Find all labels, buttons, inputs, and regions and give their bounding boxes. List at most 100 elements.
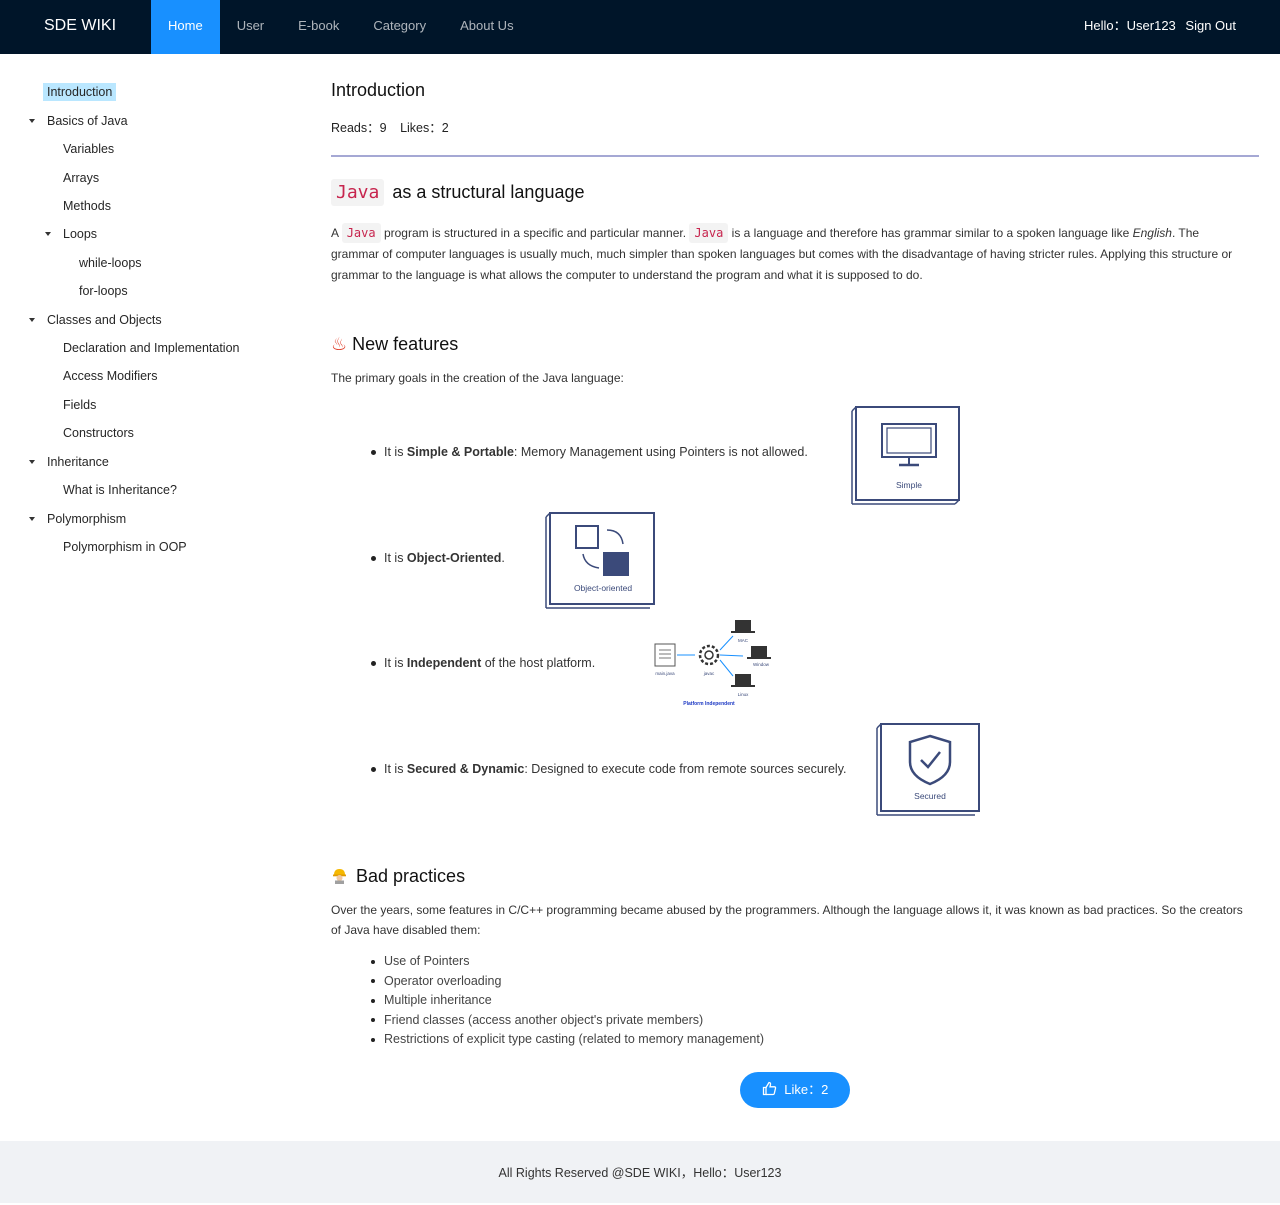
tree-item-label: Constructors bbox=[63, 426, 134, 440]
tree-item-label: Arrays bbox=[63, 171, 100, 185]
list-item: Friend classes (access another object's … bbox=[371, 1011, 764, 1031]
objects-icon: Object-oriented bbox=[545, 512, 655, 609]
bullet-dot bbox=[371, 959, 375, 964]
tree-item-for-loops[interactable]: for-loops bbox=[79, 280, 128, 302]
object-oriented-illustration: Object-oriented bbox=[545, 510, 657, 615]
sign-out-link[interactable]: Sign Out bbox=[1185, 18, 1236, 33]
reads-count: Reads：9 bbox=[331, 121, 387, 135]
bullet-dot bbox=[371, 1038, 375, 1043]
nav-user[interactable]: User bbox=[220, 0, 281, 54]
feature-text: : Memory Management using Pointers is no… bbox=[513, 445, 808, 459]
section-heading-new-features: ♨ New features bbox=[331, 334, 458, 355]
feature-text: : Designed to execute code from remote s… bbox=[524, 762, 847, 776]
bullet-dot bbox=[371, 998, 375, 1003]
tree-item-basics-of-java[interactable]: Basics of Java bbox=[29, 110, 128, 132]
simple-illustration: Simple bbox=[851, 404, 963, 511]
tree-item-what-is-inheritance[interactable]: What is Inheritance? bbox=[63, 479, 177, 501]
nav-category[interactable]: Category bbox=[356, 0, 443, 54]
construction-worker-icon bbox=[331, 867, 348, 884]
top-navbar: SDE WIKI Home User E-book Category About… bbox=[0, 0, 1280, 54]
diagram-label: MAC bbox=[738, 638, 749, 643]
tree-item-polymorphism-in-oop[interactable]: Polymorphism in OOP bbox=[63, 536, 187, 558]
tree-item-label: for-loops bbox=[79, 284, 128, 298]
new-features-intro: The primary goals in the creation of the… bbox=[331, 371, 624, 385]
tree-item-introduction[interactable]: Introduction bbox=[43, 81, 117, 103]
tree-item-loops[interactable]: Loops bbox=[45, 223, 98, 245]
feature-item: It is Independent of the host platform. bbox=[371, 656, 595, 670]
hot-springs-icon: ♨ bbox=[331, 334, 348, 354]
list-item-text: Use of Pointers bbox=[384, 954, 470, 968]
emphasis-text: English bbox=[1132, 226, 1172, 240]
nav-about-us[interactable]: About Us bbox=[443, 0, 530, 54]
main-nav: Home User E-book Category About Us bbox=[151, 0, 531, 54]
tree-item-inheritance[interactable]: Inheritance bbox=[29, 451, 109, 473]
monitor-icon: Simple bbox=[851, 406, 960, 505]
section-heading-structural: Java as a structural language bbox=[331, 179, 585, 206]
likes-count: Likes：2 bbox=[400, 121, 449, 135]
tree-item-polymorphism[interactable]: Polymorphism bbox=[29, 508, 127, 530]
tree-item-label: Methods bbox=[63, 199, 111, 213]
tree-item-label: Basics of Java bbox=[47, 114, 128, 128]
inline-code: Java bbox=[331, 179, 385, 206]
tree-item-label: Declaration and Implementation bbox=[63, 341, 240, 355]
like-button[interactable]: Like：2 bbox=[740, 1072, 850, 1108]
caret-down-icon[interactable] bbox=[29, 318, 35, 322]
image-caption: Platform Independent bbox=[683, 701, 735, 707]
caret-down-icon[interactable] bbox=[29, 119, 35, 123]
tree-item-access-modifiers[interactable]: Access Modifiers bbox=[63, 365, 157, 387]
like-button-label: Like：2 bbox=[784, 1082, 829, 1097]
tree-item-label: while-loops bbox=[79, 256, 142, 270]
platform-independent-diagram: main.java javac MAC Window Linux Platfor… bbox=[653, 616, 779, 723]
list-item-text: Multiple inheritance bbox=[384, 993, 492, 1008]
tree-item-label: Inheritance bbox=[47, 455, 109, 469]
structural-paragraph: A Java program is structured in a specif… bbox=[331, 223, 1243, 286]
bullet-dot bbox=[371, 661, 376, 667]
tree-item-label: What is Inheritance? bbox=[63, 483, 177, 497]
tree-item-label: Access Modifiers bbox=[63, 369, 158, 383]
feature-item: It is Simple & Portable: Memory Manageme… bbox=[371, 445, 808, 459]
heading-text: as a structural language bbox=[392, 182, 585, 202]
bullet-dot bbox=[371, 1018, 375, 1023]
tree-item-declaration[interactable]: Declaration and Implementation bbox=[63, 337, 240, 359]
feature-text: . bbox=[501, 551, 505, 565]
tree-item-label: Polymorphism in OOP bbox=[63, 540, 187, 554]
tree-item-fields[interactable]: Fields bbox=[63, 394, 96, 416]
inline-code: Java bbox=[341, 223, 381, 243]
doc-title: Introduction bbox=[331, 80, 426, 100]
feature-text: of the host platform. bbox=[481, 656, 596, 670]
nav-ebook[interactable]: E-book bbox=[281, 0, 356, 54]
shield-check-icon: Secured bbox=[876, 723, 980, 816]
caret-down-icon[interactable] bbox=[29, 460, 35, 464]
tree-item-classes-and-objects[interactable]: Classes and Objects bbox=[29, 309, 162, 331]
image-caption: Simple bbox=[896, 480, 922, 490]
feature-item: It is Object-Oriented. bbox=[371, 551, 505, 565]
feature-bold: Secured & Dynamic bbox=[406, 762, 525, 776]
tree-item-constructors[interactable]: Constructors bbox=[63, 422, 134, 444]
tree-item-arrays[interactable]: Arrays bbox=[63, 167, 99, 189]
doc-stats: Reads：9 Likes：2 bbox=[331, 117, 459, 136]
caret-down-icon[interactable] bbox=[45, 232, 51, 236]
tree-item-label: Introduction bbox=[43, 83, 117, 101]
feature-item: It is Secured & Dynamic: Designed to exe… bbox=[371, 762, 847, 776]
tree-item-label: Loops bbox=[63, 227, 98, 241]
tree-item-label: Polymorphism bbox=[47, 512, 127, 526]
nav-home[interactable]: Home bbox=[151, 0, 220, 54]
diagram-label: javac bbox=[703, 671, 715, 676]
caret-down-icon[interactable] bbox=[29, 517, 35, 521]
feature-bold: Simple & Portable bbox=[406, 445, 514, 459]
para-text: program is structured in a specific and … bbox=[383, 226, 687, 240]
inline-code: Java bbox=[689, 223, 729, 243]
tree-item-methods[interactable]: Methods bbox=[63, 195, 111, 217]
bullet-dot bbox=[371, 450, 376, 456]
list-item: Operator overloading bbox=[371, 972, 764, 992]
feature-text: It is bbox=[384, 762, 407, 776]
feature-bold: Independent bbox=[406, 656, 482, 670]
feature-text: It is bbox=[384, 445, 407, 459]
footer-text: All Rights Reserved @SDE WIKI，Hello：User… bbox=[498, 1166, 782, 1180]
site-logo[interactable]: SDE WIKI bbox=[44, 0, 116, 52]
user-area: Hello：User123 Sign Out bbox=[1078, 0, 1236, 52]
platform-diagram-icon: main.java javac MAC Window Linux Platfor… bbox=[654, 620, 771, 707]
tree-item-while-loops[interactable]: while-loops bbox=[79, 252, 142, 274]
heading-text: New features bbox=[352, 334, 459, 354]
tree-item-variables[interactable]: Variables bbox=[63, 138, 114, 160]
